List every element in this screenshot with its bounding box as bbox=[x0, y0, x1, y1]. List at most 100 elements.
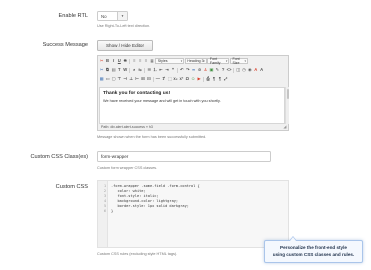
indent-icon[interactable]: ⇥ bbox=[164, 67, 169, 72]
media-icon[interactable]: ▶ bbox=[196, 76, 201, 81]
heading-dropdown[interactable]: Heading 3 bbox=[184, 58, 207, 64]
special-char-icon[interactable]: Ω bbox=[185, 76, 190, 81]
toolbar-divider bbox=[203, 76, 205, 82]
enable-rtl-help: Use Right-To-Left text direction. bbox=[97, 24, 151, 28]
editor-toolbar-row-2: ✂ ⧉ ▤ T W ⌕ ⇆ ☰ ⒈ ⇤ ⇥ ❝ ↶ ↷ ∞ ⊘ ⚓ ▣ ✎ ? … bbox=[99, 66, 264, 74]
cut-icon[interactable]: ✂ bbox=[99, 58, 104, 63]
code-line: color: white; bbox=[111, 189, 146, 193]
editor-scrollbar[interactable] bbox=[285, 87, 289, 124]
align-center-icon[interactable]: ≡ bbox=[138, 58, 143, 63]
resize-grip-icon[interactable]: ◢ bbox=[283, 124, 286, 129]
remove-format-icon[interactable]: Ⱦ bbox=[161, 76, 166, 81]
css-class-input[interactable]: form-wrapper bbox=[97, 151, 271, 162]
subscript-icon[interactable]: x₂ bbox=[173, 76, 178, 81]
font-family-dropdown[interactable]: Font Family bbox=[207, 57, 230, 65]
copy-icon[interactable]: ⧉ bbox=[105, 67, 110, 72]
fullscreen-icon[interactable]: ⤢ bbox=[223, 76, 228, 81]
cleanup-icon[interactable]: ✎ bbox=[215, 67, 220, 72]
undo-icon[interactable]: ↶ bbox=[179, 67, 184, 72]
horizontal-rule-icon[interactable]: ― bbox=[155, 76, 160, 81]
cell-props-icon[interactable]: ▢ bbox=[111, 76, 116, 81]
custom-css-editor[interactable]: 1 2 3 4 5 6 .form-wrapper .some-field .f… bbox=[97, 180, 289, 248]
editor-content-text: We have received your message and will g… bbox=[103, 99, 221, 103]
ltr-icon[interactable]: ¶ bbox=[211, 76, 216, 81]
custom-css-label: Custom CSS bbox=[55, 184, 88, 190]
callout-line-2: using custom CSS classes and rules. bbox=[272, 251, 355, 257]
insert-row-icon[interactable]: ⊤ bbox=[117, 76, 122, 81]
redo-icon[interactable]: ↷ bbox=[185, 67, 190, 72]
image-icon[interactable]: ▣ bbox=[209, 67, 214, 72]
styles-dropdown[interactable]: Styles bbox=[155, 58, 185, 64]
enable-rtl-label: Enable RTL bbox=[58, 13, 88, 19]
rtl-icon[interactable]: ¶ bbox=[217, 76, 222, 81]
split-cells-icon[interactable]: ⊟ bbox=[146, 76, 151, 81]
code-line: background-color: lightgray; bbox=[111, 199, 179, 203]
css-class-help: Custom form wrapper CSS classes. bbox=[97, 166, 158, 170]
rich-text-editor: ✂ B I U S ≡ ≡ ≡ ≣ Styles Heading 3 Font … bbox=[97, 55, 289, 131]
line-number: 6 bbox=[103, 209, 106, 213]
enable-rtl-select[interactable]: No ▼ bbox=[97, 11, 128, 21]
print-icon[interactable]: ⎙ bbox=[206, 76, 211, 81]
code-line: border-style: 1px solid darkgray; bbox=[111, 204, 189, 208]
toolbar-divider bbox=[129, 58, 131, 64]
chevron-down-icon: ▼ bbox=[117, 12, 127, 20]
success-message-label: Success Message bbox=[42, 42, 88, 48]
code-icon[interactable]: <> bbox=[226, 67, 232, 72]
paste-icon[interactable]: ▤ bbox=[111, 67, 116, 72]
editor-scrollbar-thumb[interactable] bbox=[286, 89, 289, 99]
link-icon[interactable]: ∞ bbox=[191, 67, 196, 72]
paste-text-icon[interactable]: T bbox=[117, 67, 122, 72]
italic-icon[interactable]: I bbox=[111, 58, 116, 63]
delete-row-icon[interactable]: ⊥ bbox=[128, 76, 133, 81]
editor-content-heading: Thank you for contacting us! bbox=[103, 91, 171, 96]
toggle-editor-button[interactable]: Show / Hide Editor bbox=[97, 40, 153, 51]
line-number: 4 bbox=[103, 199, 106, 203]
line-number: 3 bbox=[103, 194, 106, 198]
code-line: } bbox=[111, 209, 114, 213]
paste-word-icon[interactable]: W bbox=[123, 67, 128, 72]
bullet-list-icon[interactable]: ☰ bbox=[147, 67, 152, 72]
code-line: .form-wrapper .some-field .form-control … bbox=[111, 184, 200, 188]
anchor-icon[interactable]: ⚓ bbox=[203, 67, 208, 72]
feature-callout: Personalize the front-end style using cu… bbox=[264, 236, 363, 263]
replace-icon[interactable]: ⇆ bbox=[138, 67, 143, 72]
align-left-icon[interactable]: ≡ bbox=[132, 58, 137, 63]
outdent-icon[interactable]: ⇤ bbox=[158, 67, 163, 72]
form-settings: Enable RTL No ▼ Use Right-To-Left text d… bbox=[0, 0, 371, 270]
editor-toolbar-row-3: ▦ ▭ ▢ ⊤ ⊣ ⊥ ⊢ ⊞ ⊟ ― Ⱦ ⬚ x₂ x² Ω ☺ ▶ ⎙ ¶ … bbox=[99, 75, 228, 83]
bold-icon[interactable]: B bbox=[105, 58, 110, 63]
cut-icon[interactable]: ✂ bbox=[99, 67, 104, 72]
align-justify-icon[interactable]: ≣ bbox=[149, 58, 154, 63]
insert-col-icon[interactable]: ⊣ bbox=[123, 76, 128, 81]
strikethrough-icon[interactable]: S bbox=[123, 58, 128, 63]
line-number: 2 bbox=[103, 189, 106, 193]
emoticon-icon[interactable]: ☺ bbox=[191, 76, 196, 81]
merge-cells-icon[interactable]: ⊞ bbox=[140, 76, 145, 81]
editor-content-area[interactable]: Thank you for contacting us! We have rec… bbox=[99, 87, 285, 124]
visual-aid-icon[interactable]: ⬚ bbox=[167, 76, 172, 81]
insert-time-icon[interactable]: ◷ bbox=[241, 67, 246, 72]
help-icon[interactable]: ? bbox=[220, 67, 225, 72]
unlink-icon[interactable]: ⊘ bbox=[197, 67, 202, 72]
toolbar-divider bbox=[152, 76, 154, 82]
preview-icon[interactable]: ◉ bbox=[247, 67, 252, 72]
insert-date-icon[interactable]: ◫ bbox=[235, 67, 240, 72]
bg-color-icon[interactable]: A bbox=[259, 67, 264, 72]
row-props-icon[interactable]: ▭ bbox=[105, 76, 110, 81]
superscript-icon[interactable]: x² bbox=[179, 76, 184, 81]
text-color-icon[interactable]: A bbox=[253, 67, 258, 72]
line-number: 5 bbox=[103, 204, 106, 208]
search-icon[interactable]: ⌕ bbox=[132, 67, 137, 72]
table-icon[interactable]: ▦ bbox=[99, 76, 104, 81]
toolbar-divider bbox=[144, 67, 146, 73]
line-number: 1 bbox=[103, 184, 106, 188]
font-size-dropdown[interactable]: Font Size bbox=[229, 57, 248, 65]
enable-rtl-value: No bbox=[101, 13, 107, 19]
delete-col-icon[interactable]: ⊢ bbox=[134, 76, 139, 81]
underline-icon[interactable]: U bbox=[117, 58, 122, 63]
toolbar-divider bbox=[129, 67, 131, 73]
numbered-list-icon[interactable]: ⒈ bbox=[153, 67, 158, 72]
blockquote-icon[interactable]: ❝ bbox=[170, 67, 175, 72]
css-class-label: Custom CSS Class(es) bbox=[30, 154, 88, 160]
align-right-icon[interactable]: ≡ bbox=[143, 58, 148, 63]
